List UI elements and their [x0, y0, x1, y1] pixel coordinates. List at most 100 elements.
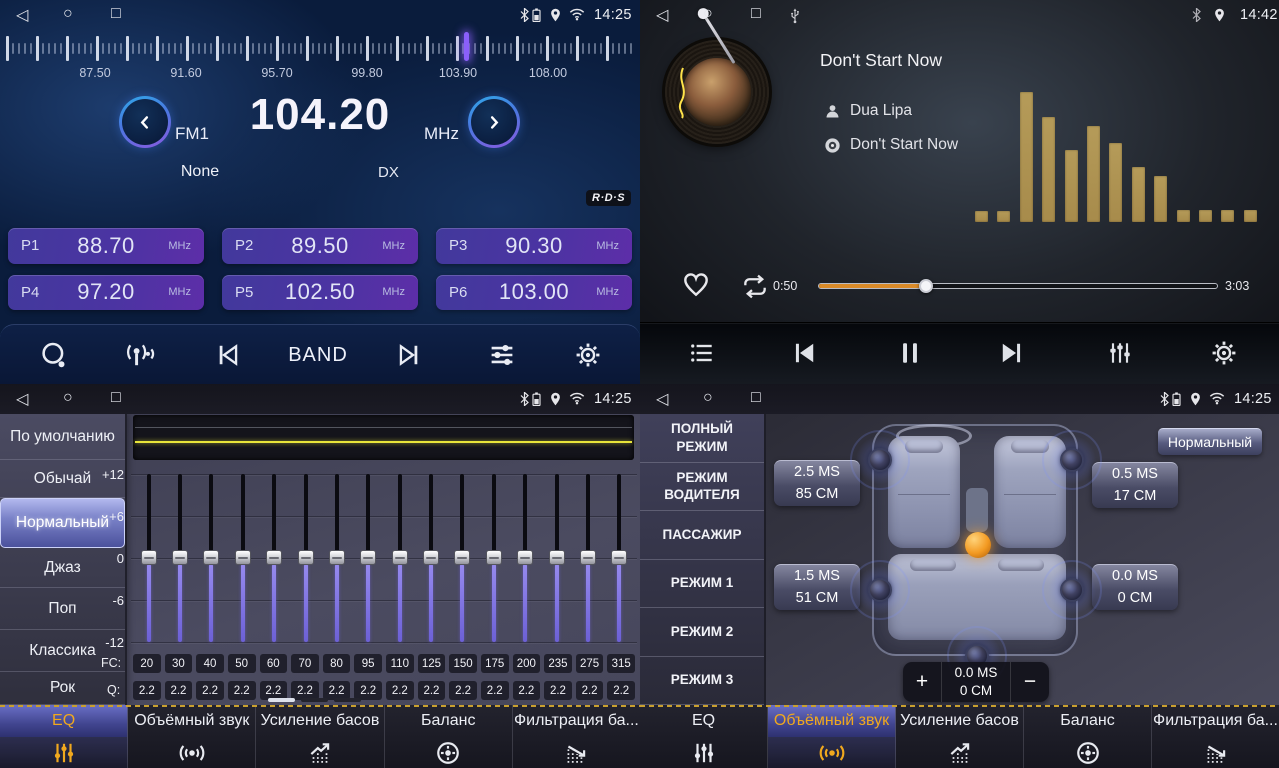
mode-item[interactable]: ПОЛНЫЙ РЕЖИМ	[640, 414, 764, 463]
seek-bar[interactable]	[818, 283, 1218, 289]
delay-stepper: + 0.0 MS 0 CM −	[903, 662, 1049, 702]
home-icon[interactable]: ○	[703, 389, 713, 407]
tab-balance[interactable]: Баланс	[385, 705, 513, 768]
home-icon[interactable]: ○	[63, 5, 73, 23]
playlist-button[interactable]	[680, 331, 724, 375]
back-icon[interactable]: ◁	[656, 389, 668, 409]
eq-band-slider[interactable]	[321, 474, 352, 642]
slider-handle[interactable]	[517, 550, 533, 565]
slider-handle[interactable]	[298, 550, 314, 565]
delay-decrease-button[interactable]: −	[1011, 662, 1049, 702]
eq-band-slider[interactable]	[572, 474, 603, 642]
slider-handle[interactable]	[454, 550, 470, 565]
tab-filter[interactable]: Фильтрация ба...	[513, 705, 640, 768]
next-station-button[interactable]	[387, 333, 431, 377]
tab-surround[interactable]: Объёмный звук	[128, 705, 256, 768]
audio-settings-button[interactable]	[480, 333, 524, 377]
slider-handle[interactable]	[266, 550, 282, 565]
eq-band-slider[interactable]	[415, 474, 446, 642]
slider-handle[interactable]	[486, 550, 502, 565]
tab-filter[interactable]: Фильтрация ба...	[1152, 705, 1279, 768]
tab-surround[interactable]: Объёмный звук	[768, 705, 896, 768]
eq-band-slider[interactable]	[510, 474, 541, 642]
delay-rear-left[interactable]: 1.5 MS 51 CM	[774, 564, 860, 610]
slider-track-bottom	[335, 564, 339, 642]
recents-icon[interactable]: □	[751, 389, 761, 407]
preset-button[interactable]: P289.50MHz	[222, 228, 418, 264]
back-icon[interactable]: ◁	[656, 5, 668, 25]
seek-down-button[interactable]	[119, 96, 171, 148]
preset-button[interactable]: P188.70MHz	[8, 228, 204, 264]
db-scale: +12+60-6-12	[96, 474, 128, 642]
slider-handle[interactable]	[611, 550, 627, 565]
pause-button[interactable]	[888, 331, 932, 375]
preset-number: P2	[235, 237, 265, 254]
preset-button[interactable]: P5102.50MHz	[222, 275, 418, 311]
mode-item[interactable]: РЕЖИМ 2	[640, 608, 764, 657]
eq-band-slider[interactable]	[227, 474, 258, 642]
recents-icon[interactable]: □	[111, 389, 121, 407]
listening-position-indicator[interactable]	[965, 532, 991, 558]
eq-band-slider[interactable]	[259, 474, 290, 642]
preset-button[interactable]: P390.30MHz	[436, 228, 632, 264]
slider-handle[interactable]	[203, 550, 219, 565]
band-button[interactable]: BAND	[282, 333, 354, 377]
next-track-button[interactable]	[990, 331, 1034, 375]
broadcast-button[interactable]	[118, 333, 162, 377]
profile-button[interactable]: Нормальный	[1158, 428, 1262, 455]
back-icon[interactable]: ◁	[16, 389, 28, 409]
eq-band-slider[interactable]	[541, 474, 572, 642]
eq-band-slider[interactable]	[384, 474, 415, 642]
slider-handle[interactable]	[172, 550, 188, 565]
slider-handle[interactable]	[235, 550, 251, 565]
slider-handle[interactable]	[329, 550, 345, 565]
tab-balance[interactable]: Баланс	[1024, 705, 1152, 768]
slider-handle[interactable]	[141, 550, 157, 565]
tab-bass[interactable]: Усиление басов	[256, 705, 384, 768]
eq-band-slider[interactable]	[353, 474, 384, 642]
eq-band-slider[interactable]	[290, 474, 321, 642]
delay-front-left[interactable]: 2.5 MS 85 CM	[774, 460, 860, 506]
seek-up-button[interactable]	[468, 96, 520, 148]
favorite-button[interactable]	[680, 268, 712, 300]
delay-front-right[interactable]: 0.5 MS 17 CM	[1092, 462, 1178, 508]
eq-band-slider[interactable]	[133, 474, 164, 642]
eq-band-slider[interactable]	[164, 474, 195, 642]
scan-button[interactable]	[32, 333, 76, 377]
mode-item[interactable]: РЕЖИМ 1	[640, 560, 764, 609]
slider-handle[interactable]	[360, 550, 376, 565]
home-icon[interactable]: ○	[703, 5, 713, 23]
slider-handle[interactable]	[392, 550, 408, 565]
eq-curve-display	[133, 415, 634, 460]
previous-track-button[interactable]	[782, 331, 826, 375]
slider-handle[interactable]	[549, 550, 565, 565]
recents-icon[interactable]: □	[751, 5, 761, 23]
tab-eq[interactable]: EQ	[0, 705, 128, 768]
eq-preset-item[interactable]: По умолчанию	[0, 414, 125, 460]
back-icon[interactable]: ◁	[16, 5, 28, 25]
mode-item[interactable]: РЕЖИМ ВОДИТЕЛЯ	[640, 463, 764, 512]
equalizer-button[interactable]	[1098, 331, 1142, 375]
prev-station-button[interactable]	[206, 333, 250, 377]
mode-item[interactable]: ПАССАЖИР	[640, 511, 764, 560]
slider-handle[interactable]	[423, 550, 439, 565]
recents-icon[interactable]: □	[111, 5, 121, 23]
delay-increase-button[interactable]: +	[903, 662, 941, 702]
repeat-button[interactable]	[738, 272, 772, 301]
mode-item[interactable]: РЕЖИМ 3	[640, 657, 764, 706]
tab-eq[interactable]: EQ	[640, 705, 768, 768]
home-icon[interactable]: ○	[63, 389, 73, 407]
eq-band-slider[interactable]	[478, 474, 509, 642]
tab-bass[interactable]: Усиление басов	[896, 705, 1024, 768]
eq-band-slider[interactable]	[196, 474, 227, 642]
preset-button[interactable]: P497.20MHz	[8, 275, 204, 311]
slider-handle[interactable]	[580, 550, 596, 565]
settings-button[interactable]	[1202, 331, 1246, 375]
seek-bar-thumb[interactable]	[919, 279, 933, 293]
eq-band-slider[interactable]	[604, 474, 635, 642]
frequency-ruler[interactable]: 87.5091.6095.7099.80103.90108.00	[0, 34, 640, 82]
preset-button[interactable]: P6103.00MHz	[436, 275, 632, 311]
settings-button[interactable]	[566, 333, 610, 377]
eq-band-slider[interactable]	[447, 474, 478, 642]
delay-rear-right[interactable]: 0.0 MS 0 CM	[1092, 564, 1178, 610]
